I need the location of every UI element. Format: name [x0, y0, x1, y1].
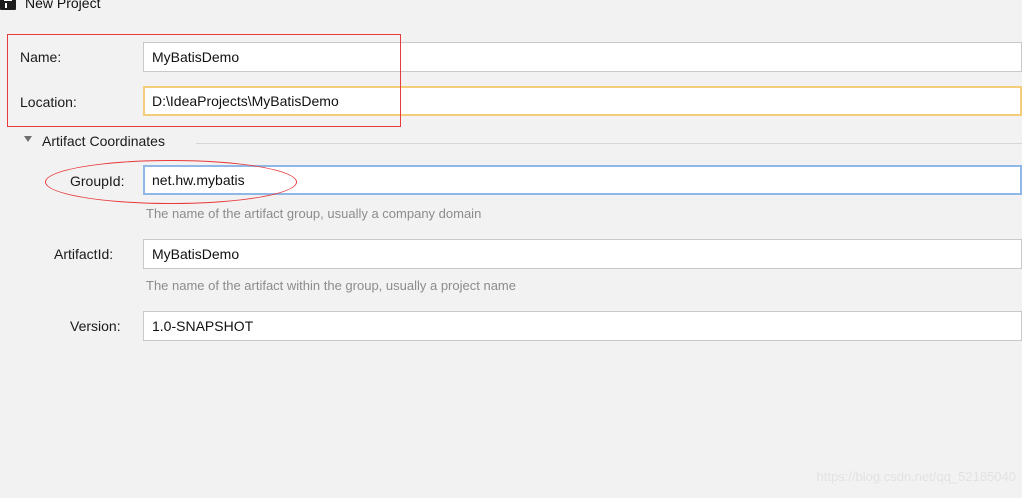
title-bar: New Project	[0, 0, 1022, 22]
artifactid-field[interactable]: MyBatisDemo	[143, 239, 1022, 269]
section-divider	[196, 143, 1022, 144]
collapse-triangle-icon[interactable]	[24, 136, 32, 142]
artifactid-hint: The name of the artifact within the grou…	[146, 278, 516, 293]
intellij-app-icon	[0, 0, 16, 10]
watermark-text: https://blog.csdn.net/qq_52185040	[816, 469, 1017, 484]
annotation-red-ellipse	[45, 160, 297, 204]
window-title: New Project	[25, 0, 101, 11]
annotation-red-rectangle	[7, 34, 401, 127]
artifact-coordinates-title[interactable]: Artifact Coordinates	[42, 133, 165, 149]
version-label: Version:	[70, 318, 121, 334]
artifactid-label: ArtifactId:	[54, 246, 114, 262]
version-field[interactable]: 1.0-SNAPSHOT	[143, 311, 1022, 341]
groupid-hint: The name of the artifact group, usually …	[146, 206, 482, 221]
